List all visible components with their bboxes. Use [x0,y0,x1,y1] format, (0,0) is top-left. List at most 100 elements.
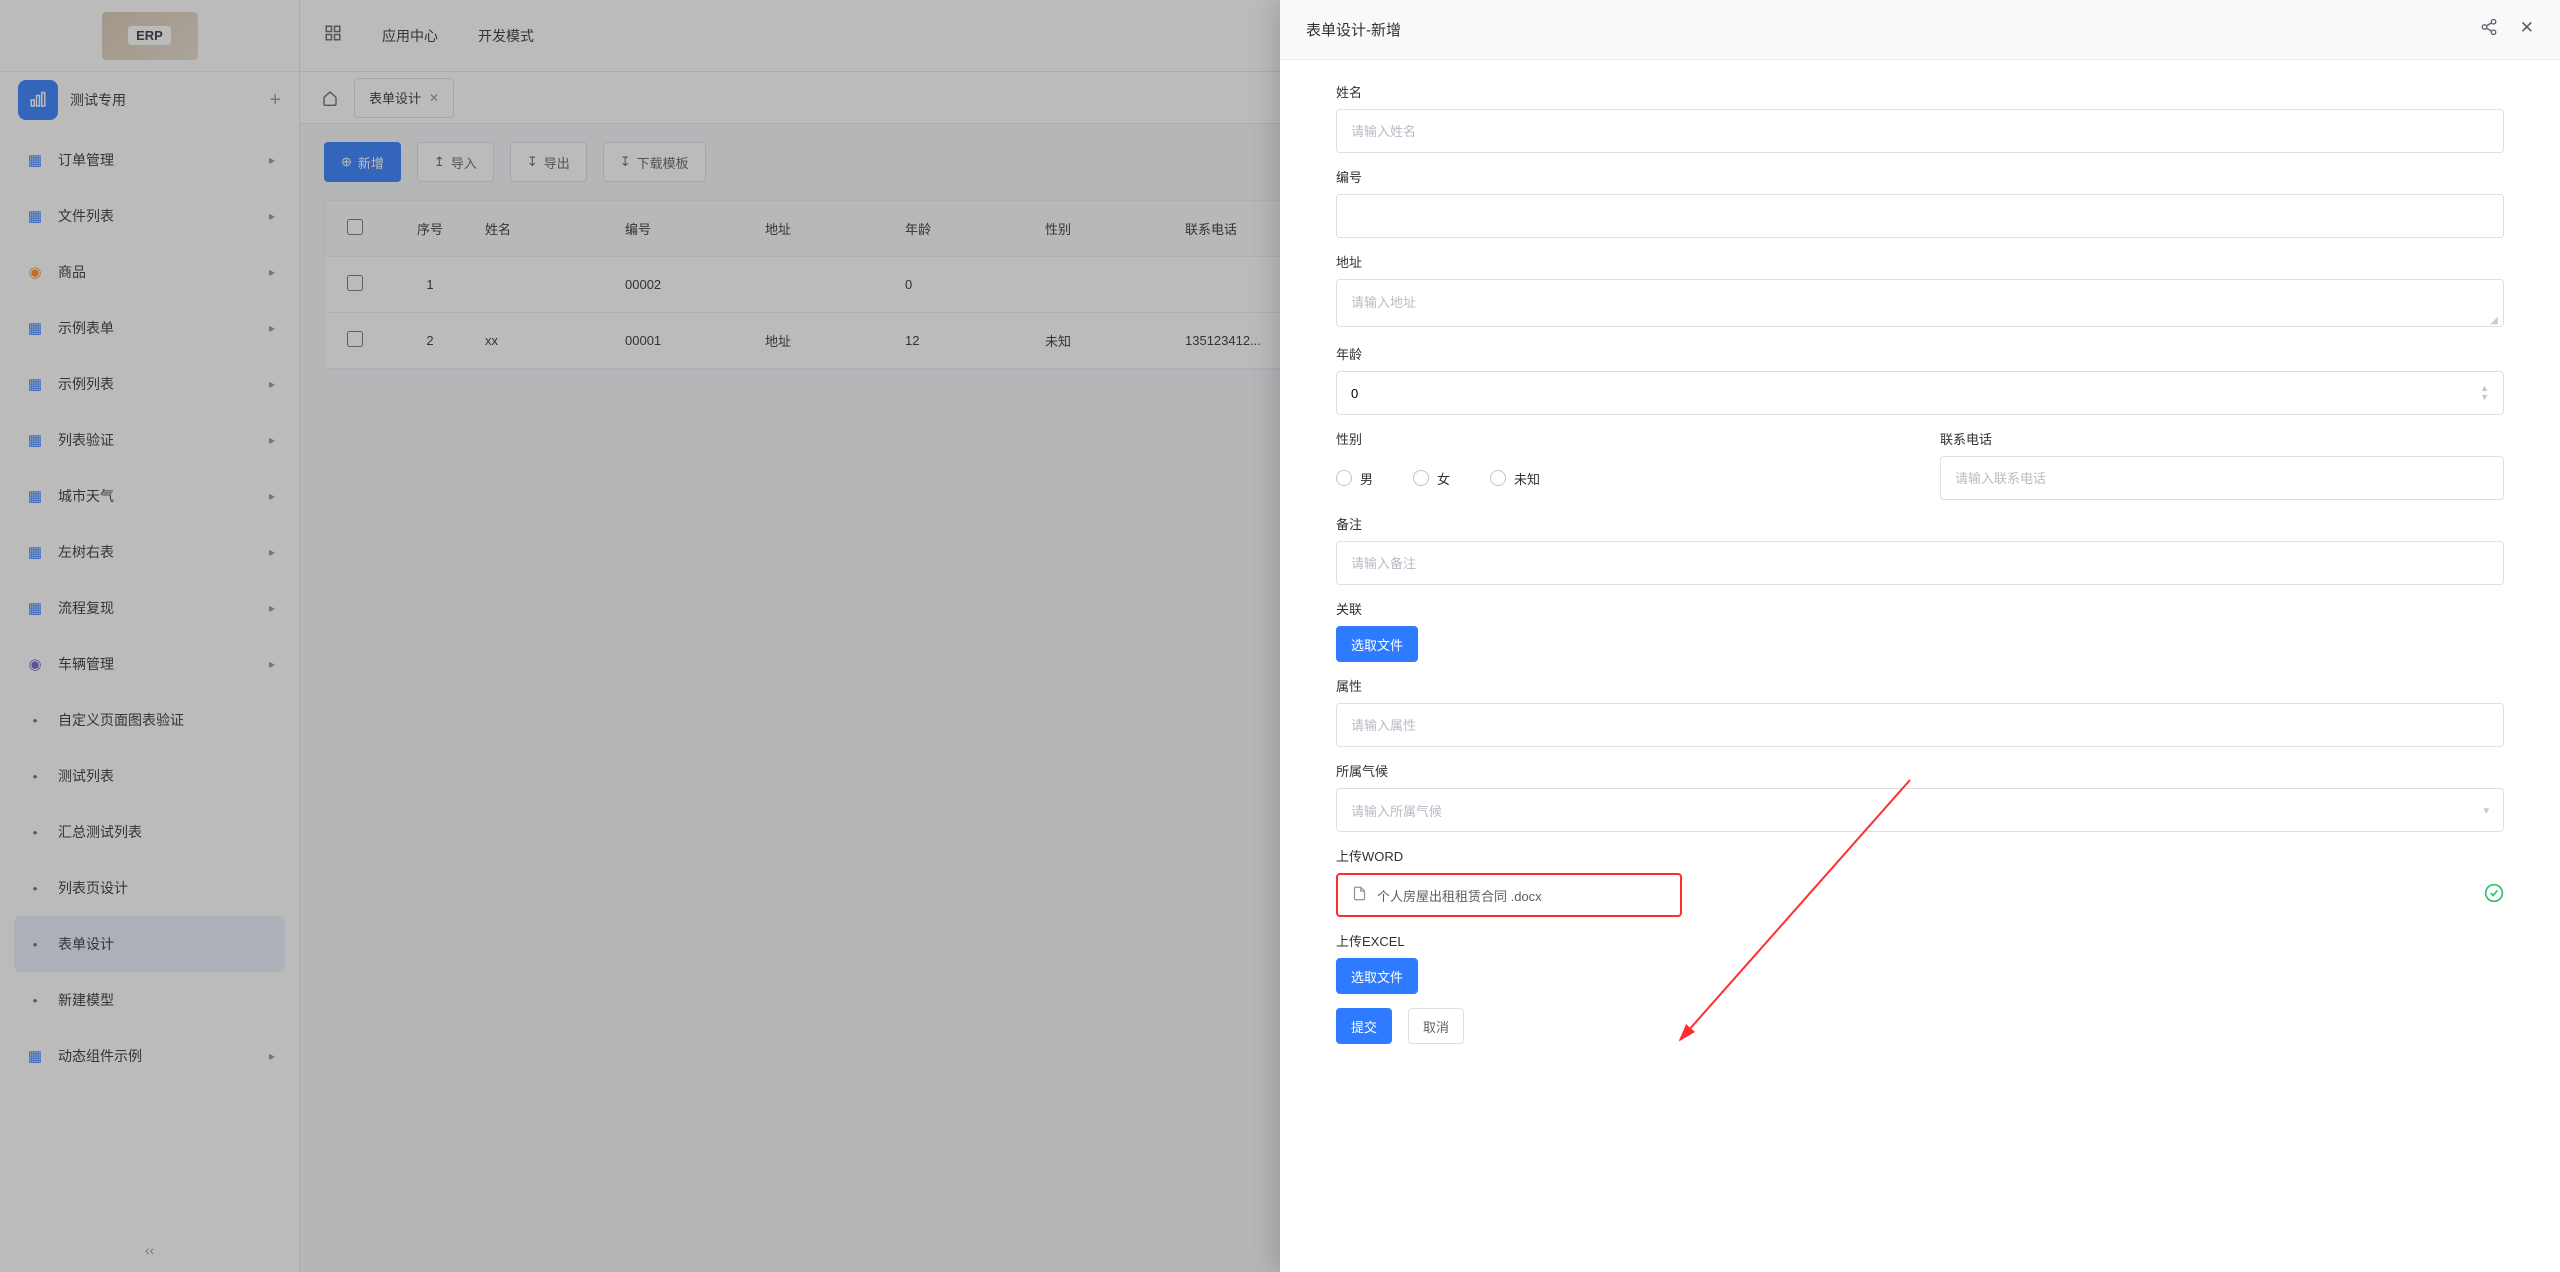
button-label: 下载模板 [637,153,689,172]
grid-icon: ▦ [24,151,46,169]
number-age[interactable]: ▲▼ [1336,371,2504,415]
radio-female[interactable]: 女 [1413,469,1450,488]
cell-age: 0 [895,277,1035,292]
sidebar-item-tree-table[interactable]: ▦ 左树右表 ▸ [14,524,285,580]
radio-label: 未知 [1514,469,1540,488]
number-spinner[interactable]: ▲▼ [2480,384,2489,402]
sidebar-item-label: 测试列表 [58,766,275,786]
sidebar-item-example-form[interactable]: ▦ 示例表单 ▸ [14,300,285,356]
label-climate: 所属气候 [1336,761,2504,780]
submit-button[interactable]: 提交 [1336,1008,1392,1044]
sidebar-item-label: 城市天气 [58,486,269,506]
uploaded-word-file[interactable]: 个人房屋出租租赁合同 .docx [1336,873,1682,917]
import-button[interactable]: ↥ 导入 [417,142,494,182]
sidebar-item-label: 订单管理 [58,150,269,170]
grid-icon: ▦ [24,207,46,225]
select-climate[interactable]: 请输入所属气候 ▾ [1336,788,2504,832]
radio-male[interactable]: 男 [1336,469,1373,488]
sidebar-item-label: 列表验证 [58,430,269,450]
row-checkbox[interactable] [347,275,363,291]
radio-icon [1413,470,1429,486]
success-check-icon [2484,883,2504,908]
sidebar-item-new-model[interactable]: • 新建模型 [14,972,285,1028]
download-template-button[interactable]: ↧ 下载模板 [603,142,706,182]
workspace-icon [18,80,58,120]
drawer-footer: 提交 取消 [1336,1008,2504,1044]
grid-icon: ▦ [24,319,46,337]
select-all-checkbox[interactable] [347,219,363,235]
input-remark[interactable] [1336,541,2504,585]
header-name: 姓名 [475,219,615,238]
add-button[interactable]: ⊕ 新增 [324,142,401,182]
label-attr: 属性 [1336,676,2504,695]
radio-icon [1490,470,1506,486]
row-checkbox[interactable] [347,331,363,347]
cell-code: 00001 [615,333,755,348]
sidebar-item-files[interactable]: ▦ 文件列表 ▸ [14,188,285,244]
sidebar-item-label: 商品 [58,262,269,282]
input-phone[interactable] [1940,456,2504,500]
tab-form-design[interactable]: 表单设计 ✕ [354,78,454,118]
label-code: 编号 [1336,167,2504,186]
button-label: 选取文件 [1351,635,1403,654]
field-age: 年龄 ▲▼ [1336,344,2504,415]
input-age-value[interactable] [1351,386,2480,401]
drawer-actions: ✕ [2480,18,2534,41]
plus-icon: ⊕ [341,154,352,170]
sidebar-item-products[interactable]: ◉ 商品 ▸ [14,244,285,300]
field-attr: 属性 [1336,676,2504,747]
sidebar-item-form-design[interactable]: • 表单设计 [14,916,285,972]
label-phone: 联系电话 [1940,429,2504,448]
document-icon [1352,886,1367,905]
input-attr[interactable] [1336,703,2504,747]
file-name: 个人房屋出租租赁合同 .docx [1377,886,1542,905]
sidebar-item-list-validation[interactable]: ▦ 列表验证 ▸ [14,412,285,468]
radio-unknown[interactable]: 未知 [1490,469,1540,488]
field-climate: 所属气候 请输入所属气候 ▾ [1336,761,2504,832]
sidebar-item-custom-chart[interactable]: • 自定义页面图表验证 [14,692,285,748]
sidebar-collapse-button[interactable]: ‹‹ [145,1242,154,1258]
upload-icon: ↥ [434,154,445,170]
sidebar-item-example-list[interactable]: ▦ 示例列表 ▸ [14,356,285,412]
dot-icon: • [24,937,46,952]
radio-label: 女 [1437,469,1450,488]
sidebar-item-summary-list[interactable]: • 汇总测试列表 [14,804,285,860]
close-icon[interactable]: ✕ [429,91,439,105]
button-label: 导入 [451,153,477,172]
header-checkbox-cell [325,219,385,238]
select-file-relation-button[interactable]: 选取文件 [1336,626,1418,662]
tab-home[interactable] [314,82,346,114]
select-file-excel-button[interactable]: 选取文件 [1336,958,1418,994]
sidebar-item-dynamic-components[interactable]: ▦ 动态组件示例 ▸ [14,1028,285,1084]
cell-idx: 2 [385,333,475,348]
button-label: 提交 [1351,1017,1377,1036]
chevron-down-icon[interactable]: ▼ [2480,393,2489,402]
field-code: 编号 [1336,167,2504,238]
close-icon[interactable]: ✕ [2520,18,2534,41]
download-icon: ↧ [620,154,631,170]
sidebar-item-orders[interactable]: ▦ 订单管理 ▸ [14,132,285,188]
cell-idx: 1 [385,277,475,292]
cancel-button[interactable]: 取消 [1408,1008,1464,1044]
sidebar-item-label: 文件列表 [58,206,269,226]
textarea-addr[interactable] [1336,279,2504,327]
field-remark: 备注 [1336,514,2504,585]
dot-icon: • [24,881,46,896]
sidebar-item-test-list[interactable]: • 测试列表 [14,748,285,804]
input-code[interactable] [1336,194,2504,238]
input-name[interactable] [1336,109,2504,153]
sidebar-item-list-page-design[interactable]: • 列表页设计 [14,860,285,916]
export-button[interactable]: ↧ 导出 [510,142,587,182]
sidebar-item-city-weather[interactable]: ▦ 城市天气 ▸ [14,468,285,524]
chevron-right-icon: ▸ [269,265,275,279]
sidebar-item-workflow[interactable]: ▦ 流程复现 ▸ [14,580,285,636]
dev-mode-link[interactable]: 开发模式 [478,26,534,46]
share-icon[interactable] [2480,18,2498,41]
workspace-add-button[interactable]: + [269,89,281,112]
apps-icon[interactable] [324,24,342,47]
label-name: 姓名 [1336,82,2504,101]
app-center-link[interactable]: 应用中心 [382,26,438,46]
sidebar-item-vehicles[interactable]: ◉ 车辆管理 ▸ [14,636,285,692]
grid-icon: ▦ [24,431,46,449]
chevron-down-icon: ▾ [2483,804,2489,817]
